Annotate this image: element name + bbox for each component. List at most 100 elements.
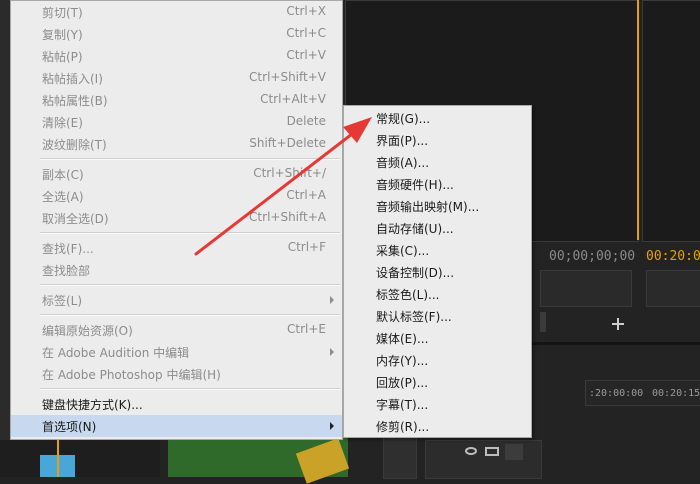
submenu-item-audio-output-mapping[interactable]: 音频输出映射(M)... bbox=[344, 195, 531, 217]
timeline-ruler-time-2: 00:20:15 bbox=[652, 388, 700, 399]
source-monitor-panel bbox=[642, 0, 700, 242]
submenu-item-memory[interactable]: 内存(Y)... bbox=[344, 349, 531, 371]
scroll-stub bbox=[540, 312, 546, 332]
submenu-item-label: 标签色(L)... bbox=[376, 288, 440, 302]
menu-item-edit-in-audition[interactable]: 在 Adobe Audition 中编辑 bbox=[11, 341, 342, 363]
menu-item-shortcut: Ctrl+Shift+A bbox=[249, 210, 326, 224]
active-panel-border bbox=[637, 0, 639, 240]
submenu-item-audio-hardware[interactable]: 音频硬件(H)... bbox=[344, 173, 531, 195]
menu-item-find-faces[interactable]: 查找脸部 bbox=[11, 259, 342, 281]
menu-item-shortcut: Ctrl+V bbox=[286, 48, 326, 62]
menu-item-label: 取消全选(D) bbox=[42, 212, 109, 226]
menu-item-label: 全选(A) bbox=[42, 190, 84, 204]
submenu-item-playback[interactable]: 回放(P)... bbox=[344, 371, 531, 393]
timecode-left: 00;00;00;00 bbox=[549, 249, 636, 264]
menu-item-label: 粘帖插入(I) bbox=[42, 72, 103, 86]
menu-separator bbox=[40, 284, 340, 286]
menu-item-edit-in-photoshop[interactable]: 在 Adobe Photoshop 中编辑(H) bbox=[11, 363, 342, 385]
playhead-marker bbox=[57, 440, 59, 477]
submenu-item-label: 回放(P)... bbox=[376, 376, 429, 390]
submenu-item-general[interactable]: 常规(G)... bbox=[344, 107, 531, 129]
submenu-item-label: 界面(P)... bbox=[376, 134, 429, 148]
menu-item-shortcut: Shift+Delete bbox=[249, 136, 326, 150]
monitor-controls-bar-right bbox=[646, 270, 700, 307]
menu-item-paste-attributes[interactable]: 粘帖属性(B) Ctrl+Alt+V bbox=[11, 89, 342, 111]
menu-item-shortcut: Delete bbox=[286, 114, 326, 128]
submenu-item-label: 内存(Y)... bbox=[376, 354, 429, 368]
menu-item-label: 副本(C) bbox=[42, 168, 84, 182]
submenu-item-label: 音频(A)... bbox=[376, 156, 430, 170]
menu-item-edit-original[interactable]: 编辑原始资源(O) Ctrl+E bbox=[11, 319, 342, 341]
menu-item-shortcut: Ctrl+C bbox=[286, 26, 326, 40]
menu-item-shortcut: Ctrl+Alt+V bbox=[260, 92, 326, 106]
submenu-item-label: 音频输出映射(M)... bbox=[376, 200, 480, 214]
track-toggle[interactable] bbox=[505, 444, 523, 460]
menu-item-shortcut: Ctrl+F bbox=[287, 240, 326, 254]
menu-item-shortcut: Ctrl+Shift+V bbox=[249, 70, 326, 84]
menu-item-label: 编辑原始资源(O) bbox=[42, 324, 133, 338]
menu-item-label: 查找脸部 bbox=[42, 264, 91, 278]
monitor-controls-bar-left bbox=[540, 270, 632, 307]
submenu-item-label: 媒体(E)... bbox=[376, 332, 429, 346]
menu-item-label: 粘帖属性(B) bbox=[42, 94, 108, 108]
menu-item-paste[interactable]: 粘帖(P) Ctrl+V bbox=[11, 45, 342, 67]
submenu-item-label: 默认标签(F)... bbox=[376, 310, 452, 324]
menu-item-ripple-delete[interactable]: 波纹删除(T) Shift+Delete bbox=[11, 133, 342, 155]
menu-item-preferences[interactable]: 首选项(N) bbox=[11, 415, 342, 437]
submenu-item-capture[interactable]: 采集(C)... bbox=[344, 239, 531, 261]
menu-item-duplicate[interactable]: 副本(C) Ctrl+Shift+/ bbox=[11, 163, 342, 185]
menu-separator bbox=[40, 232, 340, 234]
menu-item-label: 键盘快捷方式(K)... bbox=[42, 398, 143, 412]
menu-separator bbox=[40, 314, 340, 316]
menu-item-label-submenu[interactable]: 标签(L) bbox=[11, 289, 342, 311]
submenu-item-auto-save[interactable]: 自动存储(U)... bbox=[344, 217, 531, 239]
menu-separator bbox=[40, 158, 340, 160]
menu-item-label: 标签(L) bbox=[42, 294, 83, 308]
submenu-item-media[interactable]: 媒体(E)... bbox=[344, 327, 531, 349]
menu-item-cut[interactable]: 剪切(T) Ctrl+X bbox=[11, 1, 342, 23]
submenu-item-label: 采集(C)... bbox=[376, 244, 430, 258]
submenu-arrow-icon bbox=[330, 296, 334, 304]
submenu-item-label-colors[interactable]: 标签色(L)... bbox=[344, 283, 531, 305]
menu-item-label: 粘帖(P) bbox=[42, 50, 83, 64]
menu-item-paste-insert[interactable]: 粘帖插入(I) Ctrl+Shift+V bbox=[11, 67, 342, 89]
menu-item-label: 复制(Y) bbox=[42, 28, 83, 42]
submenu-item-label: 音频硬件(H)... bbox=[376, 178, 454, 192]
menu-item-select-all[interactable]: 全选(A) Ctrl+A bbox=[11, 185, 342, 207]
timeline-left-strip bbox=[0, 440, 160, 477]
submenu-arrow-icon bbox=[330, 422, 334, 430]
menu-item-label: 查找(F)... bbox=[42, 242, 94, 256]
submenu-item-interface[interactable]: 界面(P)... bbox=[344, 129, 531, 151]
submenu-item-label-defaults[interactable]: 默认标签(F)... bbox=[344, 305, 531, 327]
menu-item-copy[interactable]: 复制(Y) Ctrl+C bbox=[11, 23, 342, 45]
menu-item-shortcut: Ctrl+E bbox=[287, 322, 326, 336]
submenu-item-label: 设备控制(D)... bbox=[376, 266, 455, 280]
menu-item-find[interactable]: 查找(F)... Ctrl+F bbox=[11, 237, 342, 259]
submenu-item-label: 字幕(T)... bbox=[376, 398, 429, 412]
menu-item-deselect-all[interactable]: 取消全选(D) Ctrl+Shift+A bbox=[11, 207, 342, 229]
menu-item-shortcut: Ctrl+Shift+/ bbox=[253, 166, 326, 180]
submenu-item-trim[interactable]: 修剪(R)... bbox=[344, 415, 531, 437]
left-edge-panel bbox=[0, 0, 10, 477]
menu-item-label: 波纹删除(T) bbox=[42, 138, 107, 152]
menu-item-label: 剪切(T) bbox=[42, 6, 83, 20]
preferences-submenu: 常规(G)... 界面(P)... 音频(A)... 音频硬件(H)... 音频… bbox=[343, 105, 532, 438]
menu-item-label: 在 Adobe Audition 中编辑 bbox=[42, 346, 190, 360]
menu-item-clear[interactable]: 清除(E) Delete bbox=[11, 111, 342, 133]
submenu-item-label: 常规(G)... bbox=[376, 112, 431, 126]
timeline-ruler-time-1: :20:00:00 bbox=[589, 388, 644, 399]
edit-menu: 剪切(T) Ctrl+X 复制(Y) Ctrl+C 粘帖(P) Ctrl+V 粘帖插入… bbox=[10, 0, 343, 440]
menu-item-label: 在 Adobe Photoshop 中编辑(H) bbox=[42, 368, 221, 382]
submenu-item-device-control[interactable]: 设备控制(D)... bbox=[344, 261, 531, 283]
eye-icon[interactable] bbox=[465, 447, 477, 455]
add-icon[interactable] bbox=[612, 318, 624, 330]
submenu-item-audio[interactable]: 音频(A)... bbox=[344, 151, 531, 173]
menu-item-shortcut: Ctrl+A bbox=[286, 188, 326, 202]
menu-item-shortcut: Ctrl+X bbox=[286, 4, 326, 18]
menu-item-keyboard-shortcuts[interactable]: 键盘快捷方式(K)... bbox=[11, 393, 342, 415]
submenu-arrow-icon bbox=[330, 348, 334, 356]
submenu-item-titler[interactable]: 字幕(T)... bbox=[344, 393, 531, 415]
menu-item-label: 清除(E) bbox=[42, 116, 83, 130]
timecode-right: 00:20:0 bbox=[646, 249, 700, 264]
film-icon[interactable] bbox=[485, 447, 499, 456]
